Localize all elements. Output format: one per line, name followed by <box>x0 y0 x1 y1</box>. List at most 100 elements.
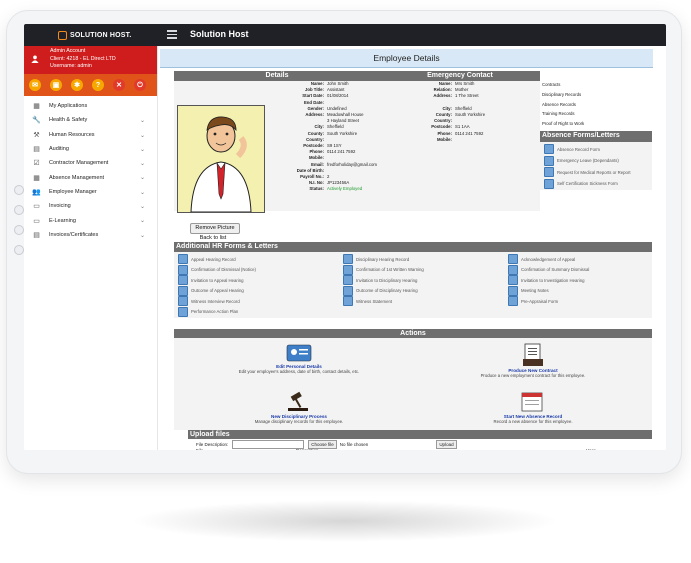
hr-form-link[interactable]: Meeting Notes <box>508 285 549 296</box>
mail-icon[interactable]: ✉ <box>29 79 41 91</box>
hr-form-link[interactable]: Disciplinary Hearing Record <box>343 254 409 264</box>
action-calendar[interactable]: Start New Absence Record Record a new abs… <box>458 391 608 424</box>
form-label: Self Certification Sickness Form <box>557 181 618 186</box>
absence-form-link[interactable]: Self Certification Sickness Form <box>544 178 618 189</box>
hr-form-link[interactable]: Outcome of Disciplinary Hearing <box>343 285 418 296</box>
sidebar-item-employee-manager[interactable]: 👥 Employee Manager ⌄ <box>24 185 157 199</box>
account-client: Client: 4218 - EL Direct LTD <box>50 55 116 62</box>
record-link[interactable]: Absence Records <box>542 100 642 110</box>
action-id-card[interactable]: Edit Personal Details Edit your employee'… <box>224 343 374 374</box>
user-icon <box>31 55 39 63</box>
sidebar-item-invoicing[interactable]: ▭ Invoicing ⌄ <box>24 199 157 213</box>
power-icon[interactable]: ⏻ <box>134 79 146 91</box>
menu-toggle-icon[interactable] <box>167 30 177 39</box>
hr-form-link[interactable]: Witness Interview Record <box>178 296 240 306</box>
column-description: Description <box>296 448 586 450</box>
sidebar-item-label: Invoices/Certificates <box>49 231 99 238</box>
record-link[interactable]: Disciplinary Records <box>542 90 642 100</box>
document-icon <box>508 275 518 285</box>
briefcase-icon[interactable]: ▣ <box>50 79 62 91</box>
upload-table-header: FileDescriptionUser <box>196 448 626 450</box>
emergency-header: Emergency Contact <box>380 71 540 81</box>
employee-cartoon-image <box>190 116 252 213</box>
absence-forms-panel: Absence Record Form Emergency Leave (Depe… <box>540 142 652 190</box>
document-icon <box>178 285 188 296</box>
app-title: Solution Host <box>190 29 249 39</box>
sidebar-item-my-applications[interactable]: ▦ My Applications <box>24 99 157 113</box>
upload-header: Upload files <box>188 430 652 439</box>
sidebar-item-health-safety[interactable]: 🔧 Health & Safety ⌄ <box>24 113 157 127</box>
page-title: Employee Details <box>160 49 653 68</box>
help-icon[interactable]: ? <box>92 79 104 91</box>
chevron-down-icon: ⌄ <box>139 118 145 125</box>
field-value: 1 The Street <box>455 93 479 99</box>
action-contract[interactable]: Produce New Contract Produce a new employ… <box>458 343 608 378</box>
settings-icon[interactable]: ✱ <box>71 79 83 91</box>
device-shadow <box>130 500 560 542</box>
sidebar-item-label: Health & Safety <box>49 117 88 124</box>
remove-picture-button[interactable]: Remove Picture <box>190 223 240 234</box>
hr-form-link[interactable]: Performance Action Plan <box>178 306 238 317</box>
sidebar-item-label: Human Resources <box>49 131 95 138</box>
document-icon <box>508 296 518 306</box>
column-user: User <box>586 448 596 450</box>
field-value: 0114 241 7592 <box>327 149 356 155</box>
hr-form-link[interactable]: Pre-Appraisal Form <box>508 296 558 306</box>
sidebar-item-auditing[interactable]: ▤ Auditing ⌄ <box>24 142 157 156</box>
document-icon <box>343 275 353 285</box>
field-value: Actively Employed <box>327 186 363 192</box>
sidebar: Admin Account Client: 4218 - EL Direct L… <box>24 46 158 450</box>
hr-form-link[interactable]: Confirmation of 1st Written Warning <box>343 264 424 275</box>
field-label: Mobile: <box>436 136 452 142</box>
absence-form-link[interactable]: Emergency Leave (Dependants) <box>544 155 619 166</box>
field-value: 0114 241 7592 <box>455 130 484 136</box>
sidebar-item-contractor-management[interactable]: ☑ Contractor Management ⌄ <box>24 156 157 170</box>
hr-form-link[interactable]: Invitation to Investigation Hearing <box>508 275 585 285</box>
record-link[interactable]: Training Records <box>542 109 642 119</box>
chevron-down-icon: ⌄ <box>139 218 145 225</box>
hr-form-link[interactable]: Witness Statement <box>343 296 392 306</box>
grid-icon: ▦ <box>33 103 40 111</box>
actions-header: Actions <box>174 329 652 338</box>
field-value: 01/08/2014 <box>327 93 349 99</box>
hr-form-link[interactable]: Appeal Hearing Record <box>178 254 236 264</box>
hr-form-link[interactable]: Confirmation of Summary Dismissal <box>508 264 589 275</box>
hr-form-link[interactable]: Outcome of Appeal Hearing <box>178 285 244 296</box>
document-icon <box>178 296 188 306</box>
sidebar-item-e-learning[interactable]: ▭ E-Learning ⌄ <box>24 213 157 227</box>
close-icon[interactable]: ✕ <box>113 79 125 91</box>
field-value: South Yorkshire <box>455 112 486 117</box>
shortcut-bar: ✉ ▣ ✱ ? ✕ ⏻ <box>24 74 157 96</box>
action-gavel[interactable]: New Disciplinary Process Manage disciplin… <box>224 391 374 424</box>
record-link[interactable]: Contracts <box>542 80 642 90</box>
top-bar: SOLUTION HOST. Solution Host <box>24 24 666 46</box>
absence-form-link[interactable]: Absence Record Form <box>544 144 600 154</box>
sidebar-item-label: Auditing <box>49 146 69 153</box>
sidebar-item-invoices-certificates[interactable]: ▤ Invoices/Certificates ⌄ <box>24 228 157 242</box>
id-card-icon <box>224 343 374 364</box>
hr-form-link[interactable]: Confirmation of Dismissal (Notice) <box>178 264 256 275</box>
hr-form-link[interactable]: Acknowledgement of Appeal <box>508 254 575 264</box>
sidebar-item-absence-management[interactable]: ▦ Absence Management ⌄ <box>24 170 157 184</box>
wrench-icon: 🔧 <box>32 117 41 125</box>
tablet-button <box>14 205 24 215</box>
people-icon: 👥 <box>32 188 41 196</box>
brand-logo[interactable]: SOLUTION HOST. <box>58 29 132 41</box>
document-icon <box>343 254 353 264</box>
sidebar-item-label: Absence Management <box>49 174 105 181</box>
hr-form-link[interactable]: Invitation to Disciplinary Hearing <box>343 275 417 285</box>
sidebar-item-label: Employee Manager <box>49 188 97 195</box>
clipboard-icon: ▤ <box>33 146 40 154</box>
sidebar-item-human-resources[interactable]: ⚒ Human Resources ⌄ <box>24 128 157 142</box>
chevron-down-icon: ⌄ <box>139 204 145 211</box>
form-label: Invitation to Investigation Hearing <box>521 277 585 283</box>
tablet-button <box>14 185 24 195</box>
hr-form-link[interactable]: Invitation to Appeal Hearing <box>178 275 244 285</box>
record-link[interactable]: Proof of Right to Work <box>542 119 642 129</box>
document-icon <box>544 167 554 177</box>
column-file: File <box>196 448 296 450</box>
checkbox-icon: ☑ <box>33 160 40 168</box>
field-label: Address: <box>433 93 452 99</box>
absence-form-link[interactable]: Request for Medical Reports or Report <box>544 167 631 177</box>
field-label: Status: <box>309 186 324 192</box>
